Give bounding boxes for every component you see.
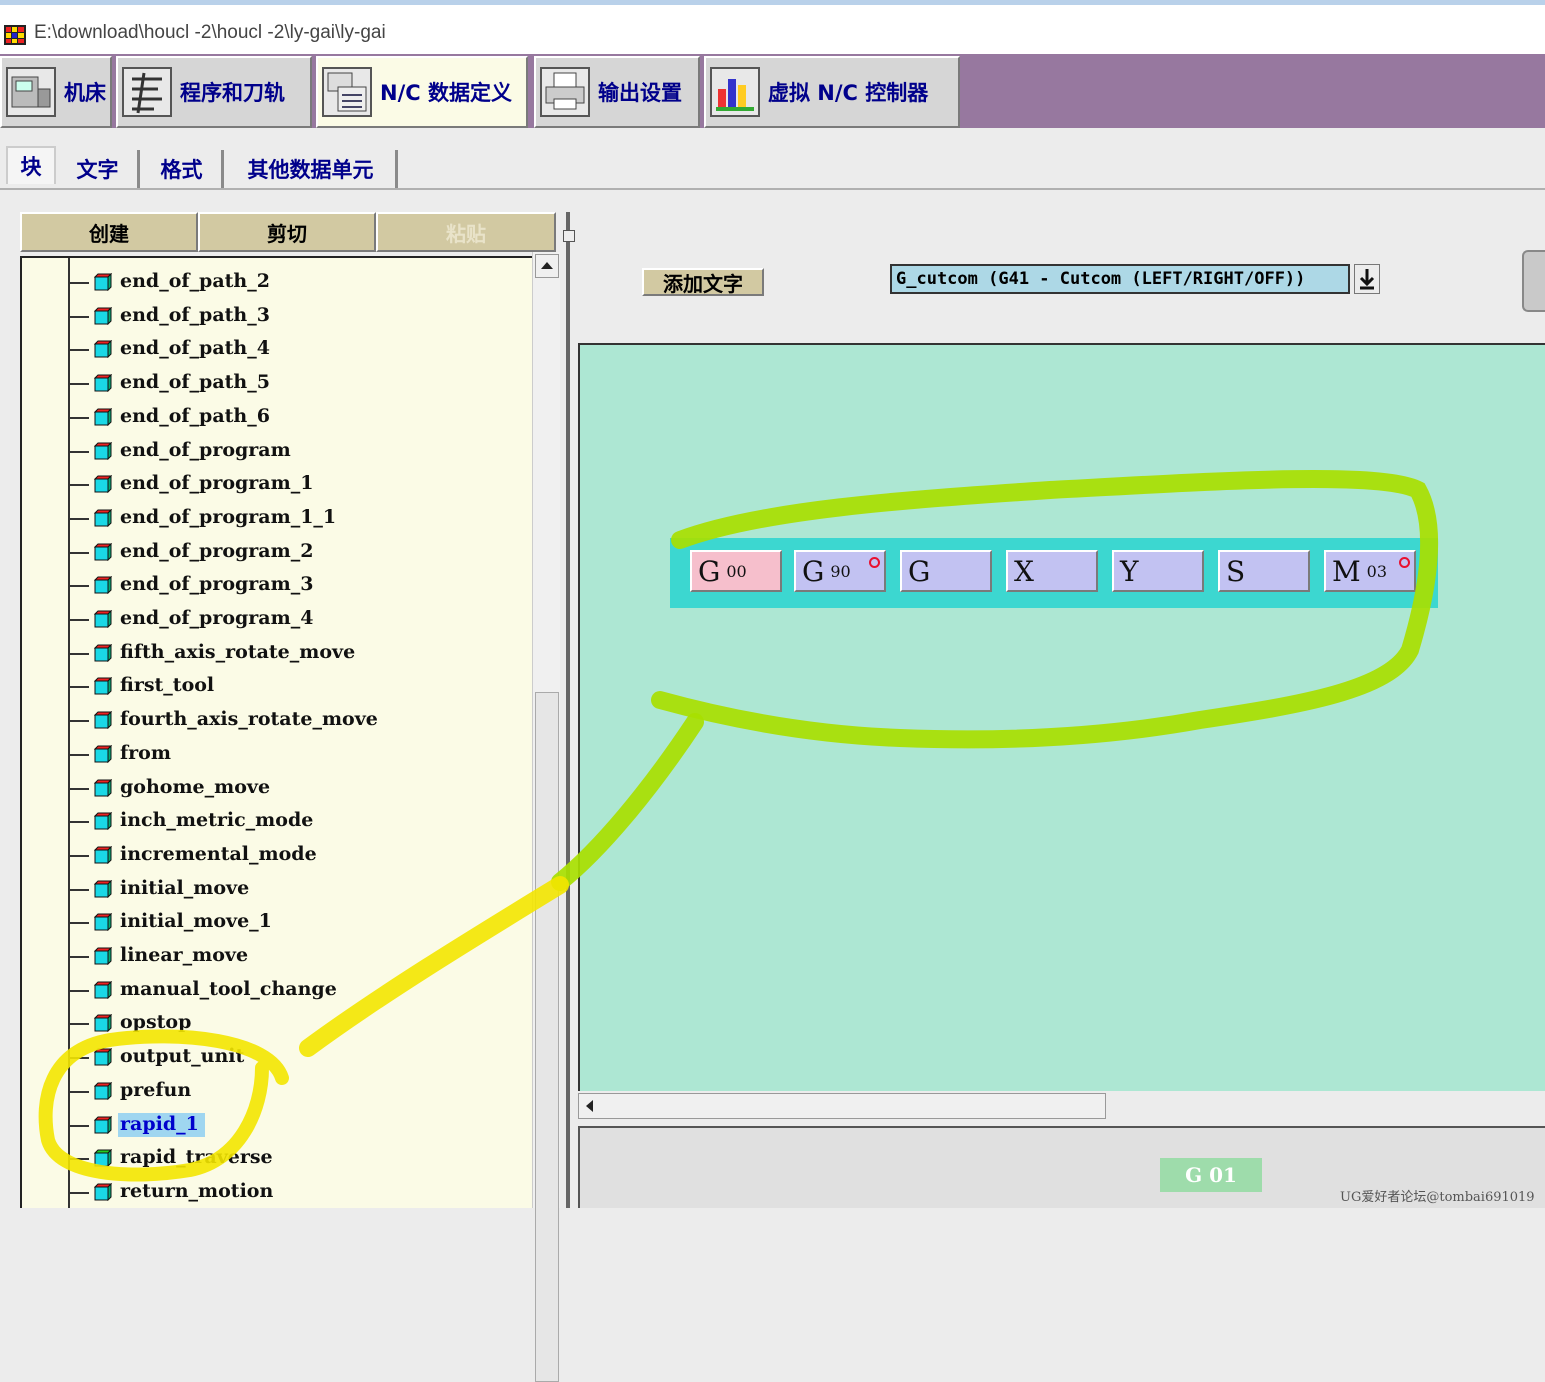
watermark-text: UG爱好者论坛@tombai691019: [1340, 1190, 1535, 1205]
annotation-overlay: [38, 470, 1439, 1182]
yellow-annotation-circle: [38, 1029, 289, 1182]
green-annotation-arrow: [551, 713, 704, 891]
yellow-annotation-line: [299, 876, 569, 1057]
green-annotation-loop: [651, 470, 1439, 749]
